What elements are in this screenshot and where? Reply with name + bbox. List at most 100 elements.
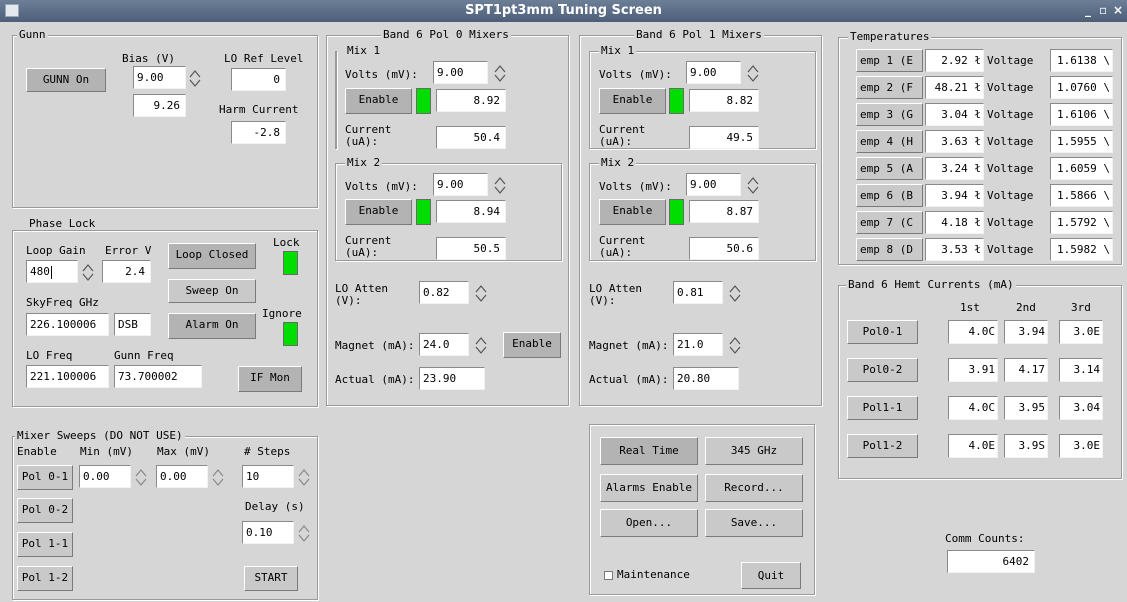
hemt-row-label[interactable]: Pol1-1 [847,396,918,420]
voltage-label: Voltage [987,54,1034,67]
loop-gain-input[interactable]: 480 [26,260,78,283]
sideband-field[interactable]: DSB [114,313,151,336]
window-title: SPT1pt3mm Tuning Screen [465,3,662,18]
pol1-lo-atten-spinner-icon[interactable] [728,283,742,303]
phase-lock-title: Phase Lock [27,217,98,230]
pol0-mix2-volts-input[interactable]: 9.00 [433,173,488,196]
pol0-mix1-spinner-icon[interactable] [493,63,507,83]
hemt-1st-value: 3.91 [948,358,998,382]
bias-set-input[interactable]: 9.00 [133,66,186,89]
pol1-mix1-volts-input[interactable]: 9.00 [686,61,741,84]
hemt-row-label[interactable]: Pol0-1 [847,320,918,344]
steps-spinner-icon[interactable] [297,467,311,487]
harm-current-label: Harm Current [219,103,299,116]
pol0-magnet-input[interactable]: 24.0 [419,333,469,356]
bias-spinner-icon[interactable] [188,68,202,88]
temp-sensor-label[interactable]: emp 8 (D [856,238,923,261]
pol0-mix1-current-value: 50.4 [436,126,506,149]
mixer-sweeps-title: Mixer Sweeps (DO NOT USE) [15,429,185,442]
temp-sensor-label[interactable]: emp 1 (E [856,49,923,72]
sweep-max-spinner-icon[interactable] [211,467,225,487]
sweep-min-input[interactable]: 0.00 [79,465,131,488]
hemt-row-label[interactable]: Pol1-2 [847,434,918,458]
pol1-mix2-enable-button[interactable]: Enable [599,199,666,225]
pol0-magnet-enable-button[interactable]: Enable [503,332,561,358]
pol1-lo-atten-input[interactable]: 0.81 [673,281,723,304]
lo-ref-label: LO Ref Level [224,52,304,65]
sweep-min-spinner-icon[interactable] [134,467,148,487]
sweep-on-button[interactable]: Sweep On [168,279,256,303]
alarm-on-button[interactable]: Alarm On [168,313,256,339]
pol1-mix1-volts-label: Volts (mV): [599,68,672,81]
lo-freq-input[interactable]: 221.100006 [26,365,109,388]
pol0-mix2-spinner-icon[interactable] [493,175,507,195]
pol1-mix2-volts-input[interactable]: 9.00 [686,173,741,196]
record-button[interactable]: Record... [705,474,803,502]
pol1-mix2-indicator [669,199,684,225]
temp-sensor-label[interactable]: emp 4 (H [856,130,923,153]
hemt-1st-value: 4.0C [948,320,998,344]
delay-input[interactable]: 0.10 [242,521,294,544]
skyfreq-input[interactable]: 226.100006 [26,313,109,336]
voltage-label: Voltage [987,135,1034,148]
pol0-mix1-title: Mix 1 [345,44,383,57]
loop-gain-spinner-icon[interactable] [81,262,95,282]
quit-button[interactable]: Quit [741,562,801,589]
delay-label: Delay (s) [245,500,305,513]
close-button[interactable]: × [1113,3,1123,17]
pol1-actual-value: 20.80 [673,367,739,390]
maintenance-checkbox[interactable] [604,571,613,580]
pol1-mixers-title: Band 6 Pol 1 Mixers [634,28,764,41]
bias-read-value: 9.26 [133,94,186,117]
temp-sensor-label[interactable]: emp 3 (G [856,103,923,126]
pol0-lo-atten-input[interactable]: 0.82 [419,281,469,304]
save-button[interactable]: Save... [705,509,803,537]
voltage-label: Voltage [987,108,1034,121]
temperatures-title: Temperatures [848,30,932,43]
alarms-enable-button[interactable]: Alarms Enable [600,474,698,502]
delay-spinner-icon[interactable] [297,523,311,543]
ignore-indicator [283,322,298,346]
pol0-mix1-volts-input[interactable]: 9.00 [433,61,488,84]
pol0-mix2-volts-read: 8.94 [436,200,506,223]
minimize-button[interactable]: _ [1085,3,1091,17]
sweep-pol-1-1-button[interactable]: Pol 1-1 [17,532,73,557]
maximize-button[interactable]: ▫ [1099,3,1107,17]
pol1-magnet-spinner-icon[interactable] [728,335,742,355]
pol1-magnet-input[interactable]: 21.0 [673,333,723,356]
pol1-mix2-spinner-icon[interactable] [746,175,760,195]
hemt-col-2nd: 2nd [1016,301,1036,314]
pol1-mix1-enable-button[interactable]: Enable [599,88,666,114]
pol0-mix1-volts-read: 8.92 [436,89,506,112]
open-button[interactable]: Open... [600,509,698,537]
if-mon-button[interactable]: IF Mon [238,366,302,392]
gunn-freq-value: 73.700002 [114,365,202,388]
sweep-max-input[interactable]: 0.00 [156,465,208,488]
temp-sensor-label[interactable]: emp 6 (B [856,184,923,207]
temp-sensor-label[interactable]: emp 5 (A [856,157,923,180]
pol1-mix1-spinner-icon[interactable] [746,63,760,83]
sweep-min-label: Min (mV) [80,445,133,458]
temp-sensor-label[interactable]: emp 2 (F [856,76,923,99]
gunn-on-button[interactable]: GUNN On [26,68,106,92]
real-time-button[interactable]: Real Time [600,437,698,465]
steps-input[interactable]: 10 [242,465,294,488]
sweep-pol-0-2-button[interactable]: Pol 0-2 [17,498,73,523]
hemt-row-label[interactable]: Pol0-2 [847,358,918,382]
loop-closed-button[interactable]: Loop Closed [168,243,256,269]
pol1-magnet-label: Magnet (mA): [589,339,669,352]
lock-label: Lock [273,236,300,249]
frequency-345-button[interactable]: 345 GHz [705,437,803,465]
hemt-currents-title: Band 6 Hemt Currents (mA) [846,278,1016,291]
pol0-lo-atten-spinner-icon[interactable] [474,283,488,303]
gunn-freq-label: Gunn Freq [114,349,174,362]
pol0-mix1-enable-button[interactable]: Enable [345,88,412,114]
pol0-magnet-spinner-icon[interactable] [474,335,488,355]
start-button[interactable]: START [244,566,298,591]
temp-sensor-label[interactable]: emp 7 (C [856,211,923,234]
pol1-mix1-title: Mix 1 [599,44,637,57]
sweep-pol-0-1-button[interactable]: Pol 0-1 [17,465,73,490]
sweep-pol-1-2-button[interactable]: Pol 1-2 [17,566,73,591]
pol0-mix2-enable-button[interactable]: Enable [345,199,412,225]
pol0-mix2-title: Mix 2 [345,156,383,169]
